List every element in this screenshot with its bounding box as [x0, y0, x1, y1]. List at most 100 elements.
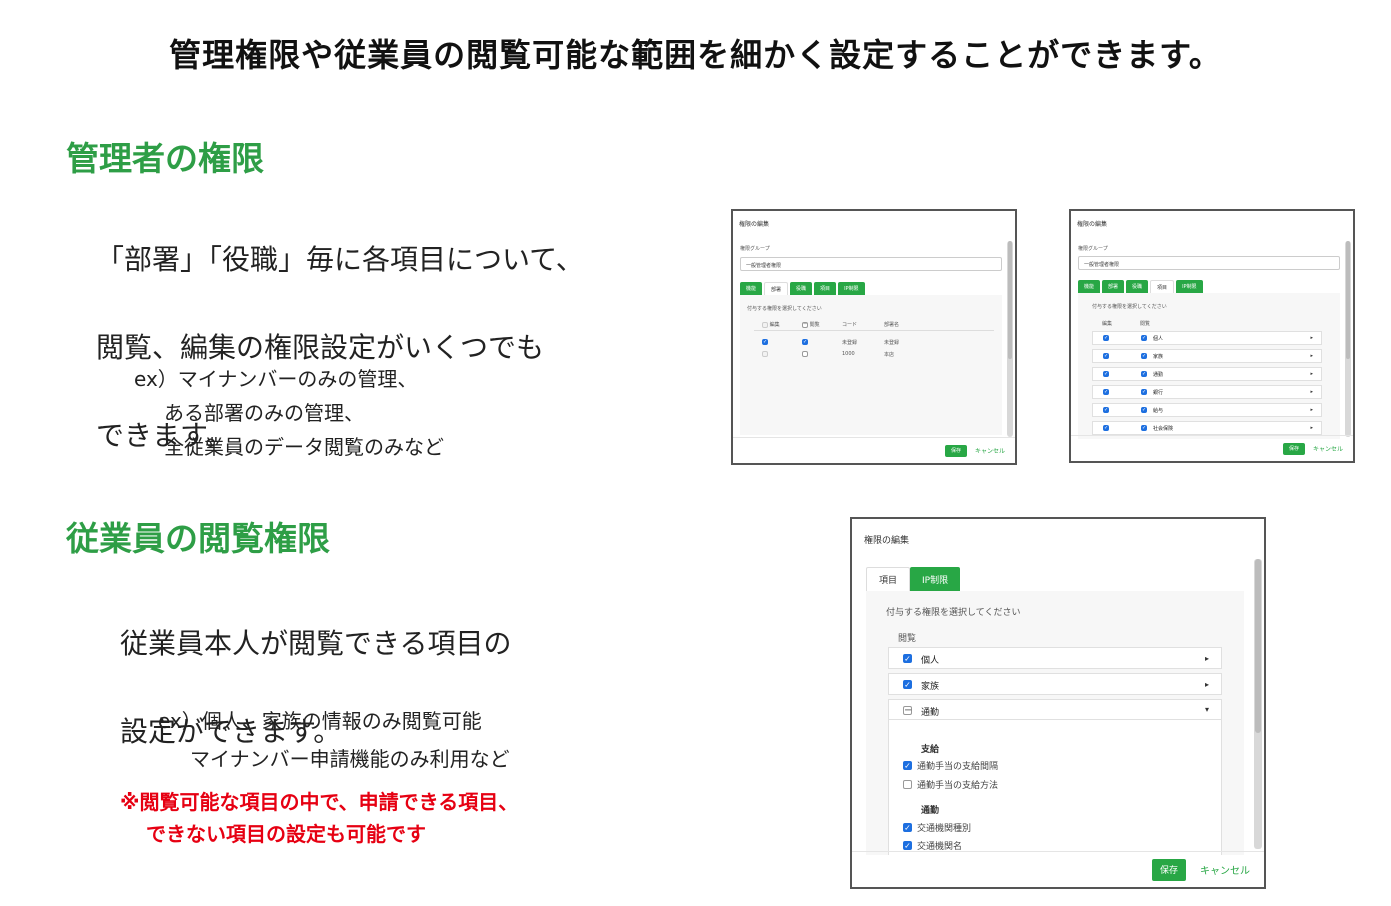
- caret-right-icon: ▸: [1310, 353, 1313, 359]
- view-checkbox[interactable]: [903, 654, 912, 663]
- list-item-commute[interactable]: 通勤 ▾: [888, 699, 1222, 721]
- tab-item[interactable]: 項目: [1150, 280, 1175, 293]
- list-item[interactable]: 通勤 ▸: [1092, 367, 1322, 381]
- tab-position[interactable]: 役職: [1126, 280, 1149, 293]
- tab-position[interactable]: 役職: [790, 282, 813, 295]
- edit-checkbox[interactable]: [1103, 389, 1109, 395]
- caret-down-icon: ▾: [1204, 705, 1209, 714]
- cancel-button[interactable]: キャンセル: [1200, 862, 1250, 877]
- panel-hint: 付与する権限を選択してください: [886, 608, 1021, 618]
- tab-department[interactable]: 部署: [764, 282, 789, 295]
- commute-sub-options: 支給 通勤手当の支給間隔 通勤手当の支給方法 通勤 交通機関種別 交通機関名: [888, 719, 1222, 855]
- tab-ip-restriction[interactable]: IP制限: [838, 282, 865, 295]
- list-item[interactable]: 銀行 ▸: [1092, 385, 1322, 399]
- item-label: 個人: [1153, 336, 1164, 342]
- col-dept-name: 部署名: [884, 322, 900, 328]
- edit-checkbox[interactable]: [762, 339, 768, 345]
- view-checkbox[interactable]: [1141, 371, 1147, 377]
- edit-checkbox[interactable]: [1103, 335, 1109, 341]
- cancel-button[interactable]: キャンセル: [975, 446, 1005, 455]
- tab-panel: 付与する権限を選択してください 編集 閲覧 個人 ▸ 家族 ▸ 通勤 ▸ 銀行 ▸ 給与…: [1078, 293, 1340, 439]
- group-input[interactable]: 一般管理者権限: [740, 257, 1002, 271]
- tab-item[interactable]: 項目: [866, 567, 911, 591]
- select-all-edit-checkbox[interactable]: [762, 321, 768, 328]
- item-label: 個人: [921, 656, 940, 666]
- admin-examples: ex）マイナンバーのみの管理、 ある部署のみの管理、 全従業員のデータ閲覧のみな…: [134, 362, 444, 464]
- check-icon[interactable]: [903, 823, 912, 832]
- employee-ex-1: ex）個人、家族の情報のみ閲覧可能: [158, 709, 482, 733]
- option-row[interactable]: 通勤手当の支給方法: [903, 778, 998, 791]
- group-input[interactable]: 一般管理者権限: [1078, 256, 1340, 270]
- tab-panel: 付与する権限を選択してください 編集 閲覧 コード 部署名 未登録 未登録 10…: [740, 295, 1002, 435]
- tab-item[interactable]: 項目: [814, 282, 837, 295]
- caret-right-icon: ▸: [1204, 680, 1209, 689]
- col-view: 閲覧: [898, 634, 917, 644]
- col-edit: 編集: [1102, 321, 1113, 327]
- col-code: コード: [842, 322, 858, 328]
- group-heading: 支給: [921, 745, 940, 755]
- col-view: 閲覧: [1140, 321, 1151, 327]
- admin-heading: 管理者の権限: [66, 139, 264, 178]
- item-label: 家族: [921, 682, 940, 692]
- list-item-personal[interactable]: 個人 ▸: [888, 647, 1222, 669]
- employee-note: ※閲覧可能な項目の中で、申請できる項目、 できない項目の設定も可能です: [120, 786, 518, 850]
- option-row[interactable]: 通勤手当の支給間隔: [903, 759, 998, 772]
- caret-right-icon: ▸: [1310, 335, 1313, 341]
- tab-department[interactable]: 部署: [1102, 280, 1125, 293]
- employee-examples: ex）個人、家族の情報のみ閲覧可能 マイナンバー申請機能のみ利用など: [158, 702, 510, 778]
- cancel-button[interactable]: キャンセル: [1313, 444, 1343, 453]
- save-button[interactable]: 保存: [1152, 858, 1186, 881]
- caret-right-icon: ▸: [1310, 407, 1313, 413]
- dialog-footer: 保存 キャンセル: [733, 437, 1015, 463]
- table-row: 1000 本店: [754, 351, 994, 361]
- view-checkbox[interactable]: [1141, 407, 1147, 413]
- option-label: 通勤手当の支給間隔: [917, 762, 999, 772]
- unchecked-box-icon[interactable]: [903, 780, 912, 789]
- option-row[interactable]: 交通機関種別: [903, 821, 971, 834]
- select-all-view-checkbox[interactable]: [802, 321, 808, 328]
- check-icon[interactable]: [903, 761, 912, 770]
- row-code: 未登録: [842, 340, 858, 346]
- item-label: 家族: [1153, 354, 1164, 360]
- view-checkbox[interactable]: [802, 339, 808, 345]
- admin-ex-3: 全従業員のデータ閲覧のみなど: [164, 435, 444, 459]
- option-label: 交通機関種別: [917, 824, 972, 834]
- view-checkbox[interactable]: [903, 680, 912, 689]
- employee-line-1: 従業員本人が閲覧できる項目の: [120, 627, 512, 660]
- tab-bar: 機能 部署 役職 項目 IP制限: [740, 282, 867, 295]
- view-checkbox[interactable]: [1141, 389, 1147, 395]
- scrollbar[interactable]: [1254, 559, 1262, 849]
- edit-checkbox[interactable]: [1103, 371, 1109, 377]
- tab-function[interactable]: 機能: [1078, 280, 1101, 293]
- tab-ip-restriction[interactable]: IP制限: [1176, 280, 1203, 293]
- list-item-family[interactable]: 家族 ▸: [888, 673, 1222, 695]
- list-item[interactable]: 給与 ▸: [1092, 403, 1322, 417]
- scrollbar[interactable]: [1007, 241, 1013, 437]
- view-checkbox[interactable]: [1141, 353, 1147, 359]
- edit-checkbox[interactable]: [1103, 353, 1109, 359]
- admin-line-1: 「部署」「役職」毎に各項目について、: [96, 243, 584, 276]
- dialog-item-permissions: 権限の編集 権限グループ 一般管理者権限 機能 部署 役職 項目 IP制限 付与…: [1069, 209, 1355, 463]
- table-header: 編集 閲覧 コード 部署名: [754, 321, 994, 331]
- tab-ip-restriction[interactable]: IP制限: [910, 567, 961, 591]
- list-item[interactable]: 家族 ▸: [1092, 349, 1322, 363]
- scrollbar[interactable]: [1345, 241, 1351, 437]
- save-button[interactable]: 保存: [1282, 442, 1305, 455]
- edit-checkbox[interactable]: [762, 351, 768, 357]
- caret-right-icon: ▸: [1310, 371, 1313, 377]
- check-icon[interactable]: [903, 841, 912, 850]
- view-checkbox[interactable]: [903, 706, 912, 715]
- edit-checkbox[interactable]: [1103, 425, 1109, 431]
- view-checkbox[interactable]: [802, 351, 808, 357]
- caret-right-icon: ▸: [1204, 654, 1209, 663]
- view-checkbox[interactable]: [1141, 335, 1147, 341]
- employee-ex-2: マイナンバー申請機能のみ利用など: [190, 747, 510, 771]
- list-item[interactable]: 個人 ▸: [1092, 331, 1322, 345]
- list-item[interactable]: 社会保険 ▸: [1092, 421, 1322, 435]
- item-label: 通勤: [921, 708, 940, 718]
- edit-checkbox[interactable]: [1103, 407, 1109, 413]
- view-checkbox[interactable]: [1141, 425, 1147, 431]
- row-name: 本店: [884, 352, 895, 358]
- save-button[interactable]: 保存: [944, 444, 967, 457]
- tab-function[interactable]: 機能: [740, 282, 763, 295]
